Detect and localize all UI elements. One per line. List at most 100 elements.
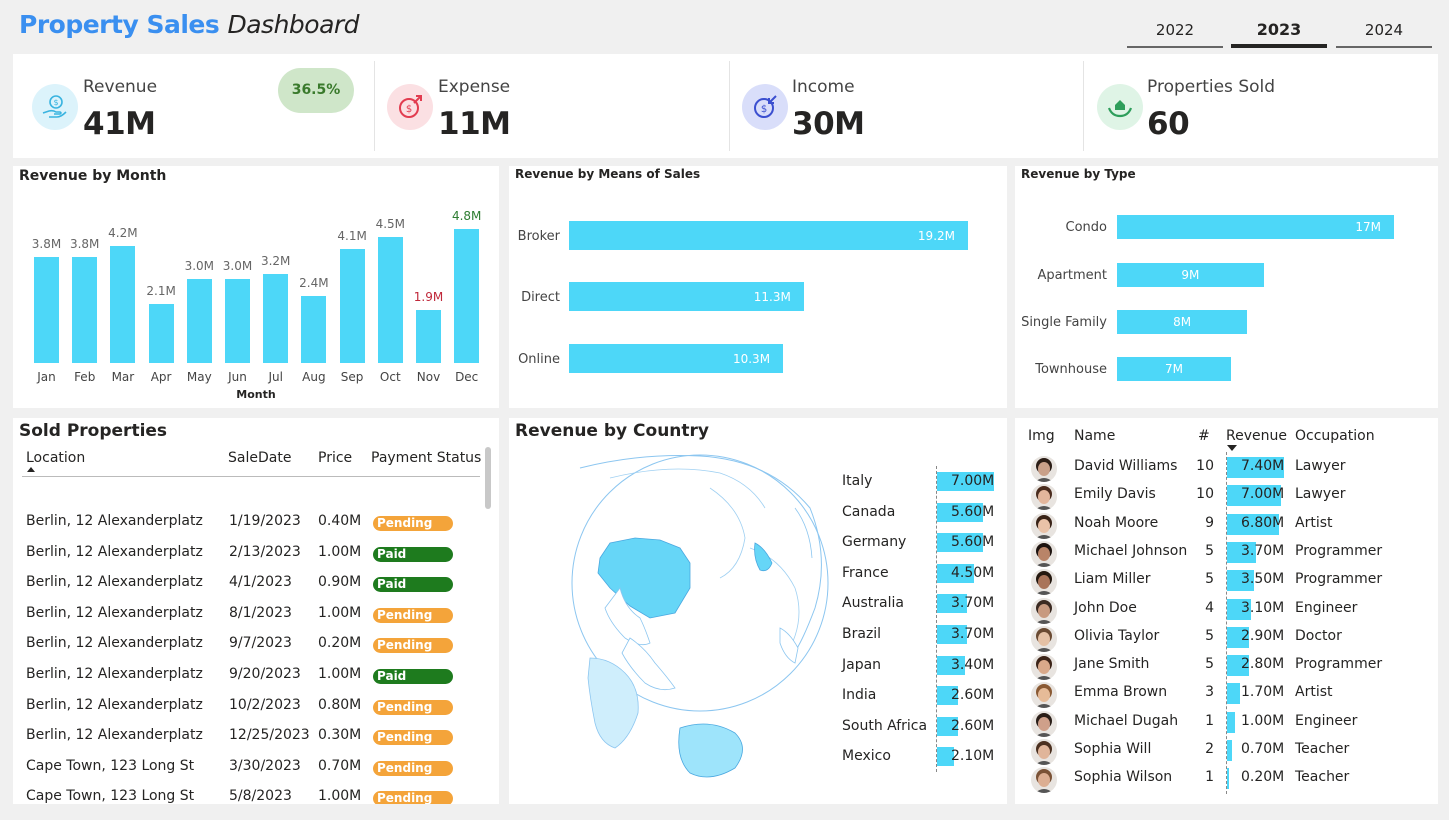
expense-label: Expense	[438, 77, 511, 97]
agent-revenue-bar	[1227, 683, 1241, 705]
agent-count: 5	[1205, 627, 1214, 644]
agent-name: Noah Moore	[1074, 514, 1159, 531]
country-label: India	[842, 687, 877, 704]
payment-status-badge: Paid	[373, 546, 453, 562]
col-img[interactable]: Img	[1028, 428, 1055, 444]
type-bar-label: 17M	[1355, 220, 1381, 234]
sold-date: 1/19/2023	[229, 513, 301, 529]
agent-occupation: Engineer	[1295, 712, 1358, 729]
month-bar-label: 4.2M	[108, 225, 138, 240]
sold-date: 9/7/2023	[229, 635, 292, 652]
month-bar	[186, 279, 212, 363]
month-tick-label: Dec	[455, 370, 479, 384]
agent-revenue: 7.00M	[1241, 486, 1285, 503]
country-value: 7.00M	[951, 473, 995, 489]
avatar	[1031, 654, 1057, 681]
agent-revenue: 0.70M	[1241, 741, 1285, 757]
agent-revenue: 0.20M	[1241, 769, 1285, 786]
col-name[interactable]: Name	[1074, 428, 1115, 444]
title-sub: Dashboard	[227, 10, 360, 39]
type-category-label: Condo	[1065, 220, 1107, 235]
payment-status-badge: Pending	[373, 760, 453, 776]
agent-count: 10	[1196, 486, 1214, 503]
sold-price: 1.00M	[318, 666, 362, 682]
kpi-divider	[729, 61, 730, 151]
col-price[interactable]: Price	[318, 450, 352, 466]
agent-count: 9	[1205, 514, 1214, 531]
type-category-label: Single Family	[1021, 315, 1107, 330]
year-tab-2024[interactable]: 2024	[1336, 18, 1432, 48]
country-value: 2.60M	[951, 687, 995, 704]
year-tab-2022[interactable]: 2022	[1127, 18, 1223, 48]
revenue-growth-badge: 36.5%	[278, 68, 354, 113]
agent-revenue: 1.00M	[1241, 712, 1285, 729]
agent-count: 10	[1196, 458, 1214, 474]
kpi-card	[13, 54, 1438, 158]
year-tab-2023[interactable]: 2023	[1231, 18, 1327, 48]
month-bar-label: 4.5M	[375, 217, 406, 232]
sold-date: 12/25/2023	[229, 727, 310, 744]
means-bar-label: 19.2M	[917, 229, 955, 243]
sold-price: 0.30M	[318, 727, 362, 744]
means-category-label: Direct	[521, 290, 560, 305]
agent-count: 5	[1205, 656, 1214, 673]
globe-map[interactable]	[550, 448, 835, 793]
agent-count: 1	[1205, 712, 1214, 729]
month-bar	[377, 237, 403, 363]
agent-occupation: Lawyer	[1295, 486, 1346, 503]
col-revenue[interactable]: Revenue	[1226, 428, 1287, 444]
agent-revenue: 1.70M	[1241, 684, 1285, 701]
sold-date: 10/2/2023	[229, 696, 301, 713]
payment-status-badge: Pending	[373, 699, 453, 715]
agent-revenue: 6.80M	[1241, 514, 1285, 531]
kpi-divider	[374, 61, 375, 151]
col-payment-status[interactable]: Payment Status	[371, 450, 481, 466]
agent-occupation: Teacher	[1295, 769, 1350, 786]
means-category-label: Broker	[517, 229, 560, 244]
agent-count: 3	[1205, 684, 1214, 701]
month-tick-label: Oct	[379, 370, 401, 384]
agent-name: Jane Smith	[1074, 656, 1150, 673]
avatar	[1031, 540, 1057, 567]
month-bar-label: 3.2M	[260, 253, 291, 268]
sold-location: Berlin, 12 Alexanderplatz	[26, 635, 203, 652]
type-category-label: Apartment	[1037, 268, 1107, 283]
agent-occupation: Teacher	[1295, 741, 1350, 757]
sold-date: 8/1/2023	[229, 604, 292, 621]
agent-occupation: Artist	[1295, 684, 1333, 701]
col-saledate[interactable]: SaleDate	[228, 450, 291, 466]
country-label: Australia	[842, 595, 904, 612]
col-count[interactable]: #	[1198, 428, 1210, 444]
scrollbar-thumb[interactable]	[485, 447, 491, 509]
revenue-by-month-title: Revenue by Month	[19, 168, 167, 184]
svg-text:$: $	[761, 104, 767, 115]
type-bar-label: 8M	[1173, 315, 1192, 329]
agent-occupation: Engineer	[1295, 599, 1358, 616]
sold-location: Berlin, 12 Alexanderplatz	[26, 604, 203, 621]
agent-occupation: Doctor	[1295, 627, 1342, 644]
country-label: Germany	[842, 534, 907, 551]
country-label: Mexico	[842, 748, 891, 765]
agent-revenue-bar	[1227, 711, 1235, 733]
month-bar	[225, 279, 250, 363]
month-tick-label: Sep	[340, 370, 364, 384]
agent-name: Sophia Wilson	[1074, 769, 1173, 786]
country-label: South Africa	[842, 717, 928, 734]
month-tick-label: Aug	[302, 370, 326, 384]
country-label: France	[842, 564, 889, 581]
type-bar-label: 7M	[1165, 362, 1184, 376]
month-bar	[339, 248, 365, 363]
agent-revenue-bar	[1227, 740, 1233, 761]
col-location[interactable]: Location	[26, 450, 85, 466]
agent-name: David Williams	[1074, 458, 1178, 474]
agent-revenue: 2.90M	[1241, 627, 1285, 644]
hand-coin-icon: $	[32, 84, 78, 130]
avatar	[1031, 456, 1057, 482]
house-hand-icon	[1097, 84, 1143, 130]
country-value: 5.60M	[951, 503, 995, 520]
country-label: Brazil	[842, 626, 882, 642]
sort-asc-icon[interactable]	[27, 467, 35, 472]
month-bar-label: 4.8M	[451, 209, 482, 223]
sort-desc-icon[interactable]	[1227, 445, 1237, 451]
col-occupation[interactable]: Occupation	[1295, 428, 1375, 444]
